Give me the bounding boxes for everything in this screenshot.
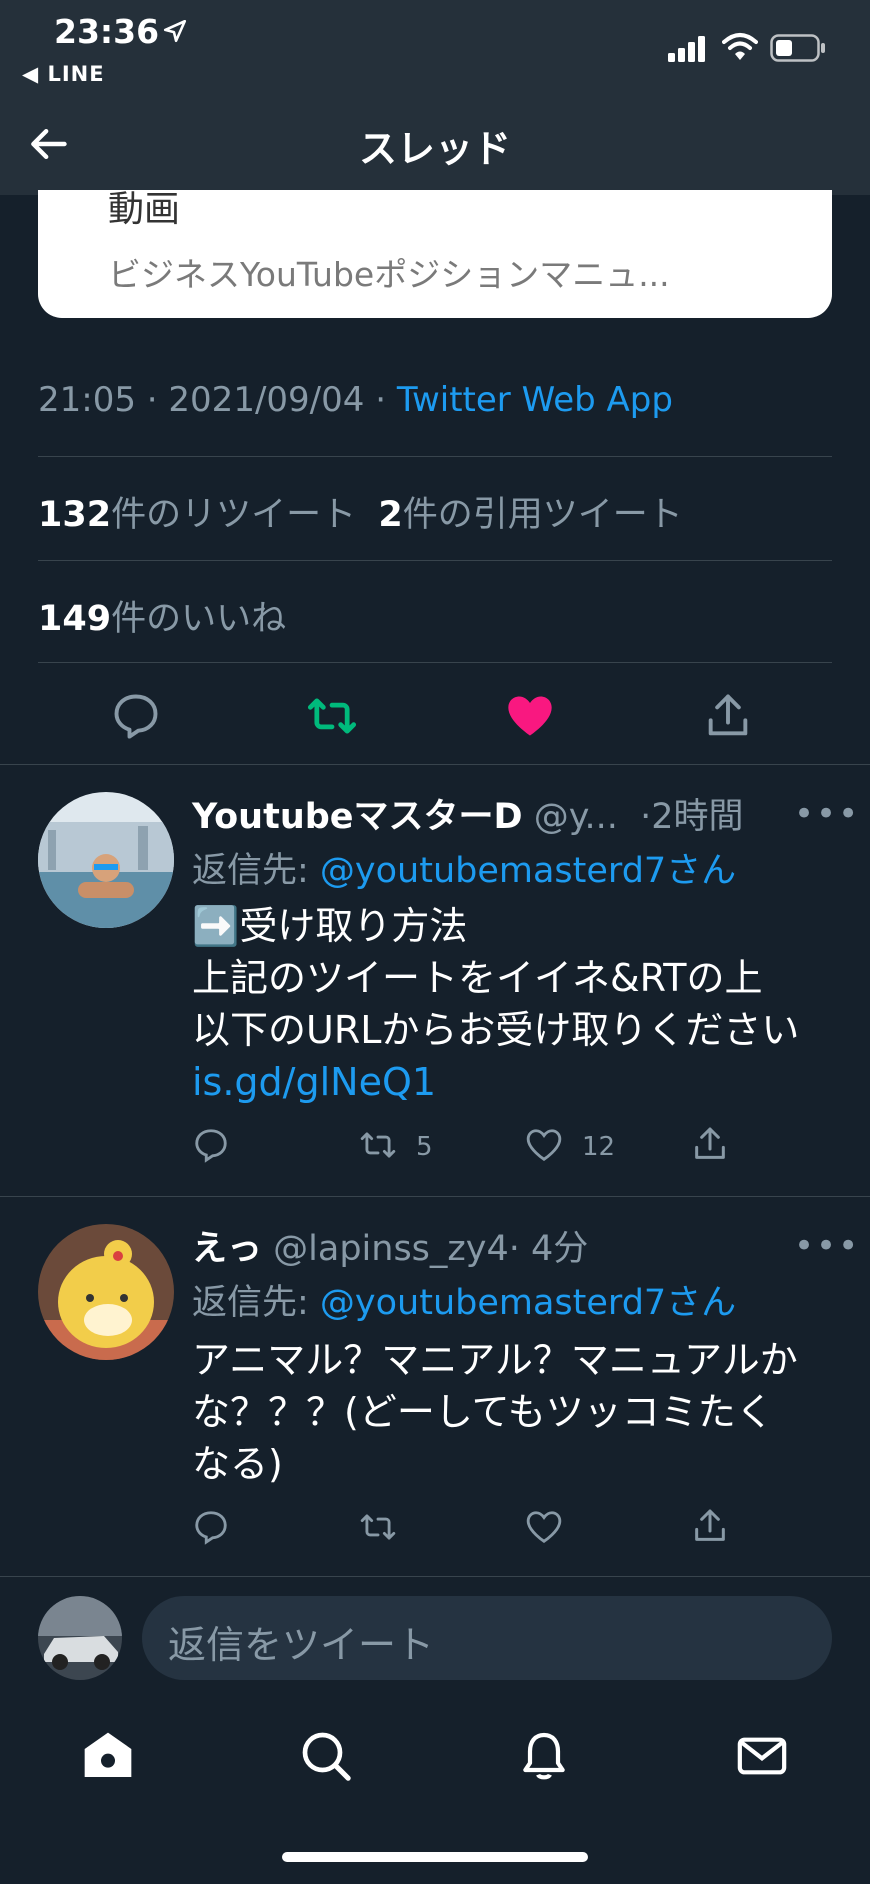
reply-author[interactable]: えっ @lapinss_zy4· 4分	[192, 1220, 588, 1271]
reply-line: アニマル？マニアル？マニュアルか	[192, 1338, 798, 1382]
retweet-icon[interactable]	[358, 1508, 398, 1546]
reply-to-line: 返信先: @youtubemasterd7さん	[192, 1274, 736, 1325]
more-options-icon[interactable]: •••	[794, 1226, 860, 1266]
card-description: ビジネスYouTubeポジションマニュ...	[108, 255, 670, 294]
search-icon[interactable]	[298, 1728, 354, 1784]
reply-to-handle[interactable]: @youtubemasterd7さん	[320, 1283, 736, 1323]
like-icon[interactable]	[504, 690, 556, 742]
share-icon[interactable]	[690, 1124, 730, 1164]
reply-time: · 4分	[508, 1229, 589, 1269]
divider	[0, 764, 870, 765]
retweet-count: 5	[416, 1132, 433, 1162]
like-count: 149	[38, 599, 112, 639]
reply-to-line: 返信先: @youtubemasterd7さん	[192, 842, 736, 893]
display-name: えっ	[192, 1229, 263, 1269]
tweet-timestamp: 21:05 · 2021/09/04 · Twitter Web App	[38, 380, 673, 420]
source-app-link[interactable]: Twitter Web App	[397, 380, 673, 420]
home-indicator[interactable]	[282, 1852, 588, 1862]
reply-line: な？？？(どーしてもツッコミたく	[192, 1390, 774, 1434]
quote-count: 2	[378, 495, 403, 535]
like-icon[interactable]	[524, 1508, 564, 1546]
quote-label: 件の引用ツイート	[402, 495, 683, 535]
reply-link[interactable]: is.gd/glNeQ1	[192, 1056, 799, 1108]
reply-body: アニマル？マニアル？マニュアルか な？？？(どーしてもツッコミたく なる)	[192, 1334, 798, 1490]
meta-separator: ·	[135, 380, 169, 420]
like-stats[interactable]: 149件のいいね	[38, 590, 286, 641]
messages-mail-icon[interactable]	[734, 1728, 790, 1784]
reply-line: なる)	[192, 1442, 283, 1486]
like-label: 件のいいね	[111, 599, 287, 639]
reply-to-prefix: 返信先:	[192, 851, 320, 891]
tweet-time: 21:05	[38, 380, 136, 420]
reply-line: 上記のツイートをイイネ&RTの上	[192, 956, 763, 1000]
handle: @lapinss_zy4	[273, 1229, 509, 1269]
reply-author[interactable]: YoutubeマスターD @y... ·2時間	[192, 788, 744, 839]
display-name: YoutubeマスターD	[192, 797, 523, 837]
reply-body: ➡️受け取り方法 上記のツイートをイイネ&RTの上 以下のURLからお受け取りく…	[192, 900, 799, 1108]
more-options-icon[interactable]: •••	[794, 794, 860, 834]
reply-to-prefix: 返信先:	[192, 1283, 320, 1323]
avatar[interactable]	[38, 1224, 174, 1360]
reply-icon[interactable]	[192, 1126, 230, 1164]
reply-icon[interactable]	[192, 1508, 230, 1546]
notifications-bell-icon[interactable]	[516, 1728, 572, 1784]
divider	[38, 456, 832, 457]
reply-to-handle[interactable]: @youtubemasterd7さん	[320, 851, 736, 891]
divider	[38, 560, 832, 561]
retweet-stats[interactable]: 132件のリツイート 2件の引用ツイート	[38, 486, 683, 537]
reply-line: 以下のURLからお受け取りください	[192, 1008, 800, 1052]
tweet-date: 2021/09/04	[168, 380, 365, 420]
retweet-icon[interactable]	[358, 1126, 398, 1164]
like-count: 12	[582, 1132, 616, 1162]
divider	[0, 1576, 870, 1577]
divider	[38, 662, 832, 663]
retweet-icon[interactable]	[306, 690, 358, 742]
link-preview-card[interactable]: 動画 ビジネスYouTubeポジションマニュ...	[38, 190, 832, 318]
reply-time: ·2時間	[640, 797, 744, 837]
retweet-count: 132	[38, 495, 112, 535]
home-icon[interactable]	[80, 1728, 136, 1784]
divider	[0, 1196, 870, 1197]
card-title: 動画	[108, 190, 181, 230]
my-avatar[interactable]	[38, 1596, 122, 1680]
share-icon[interactable]	[702, 690, 754, 742]
avatar[interactable]	[38, 792, 174, 928]
reply-icon[interactable]	[110, 690, 162, 742]
reply-line: ➡️受け取り方法	[192, 904, 468, 948]
handle: @y...	[533, 797, 618, 837]
meta-separator: ·	[364, 380, 397, 420]
share-icon[interactable]	[690, 1506, 730, 1546]
reply-compose-placeholder: 返信をツイート	[168, 1623, 435, 1667]
like-icon[interactable]	[524, 1126, 564, 1164]
retweet-label: 件のリツイート	[111, 495, 357, 535]
header-overlay	[0, 0, 870, 194]
